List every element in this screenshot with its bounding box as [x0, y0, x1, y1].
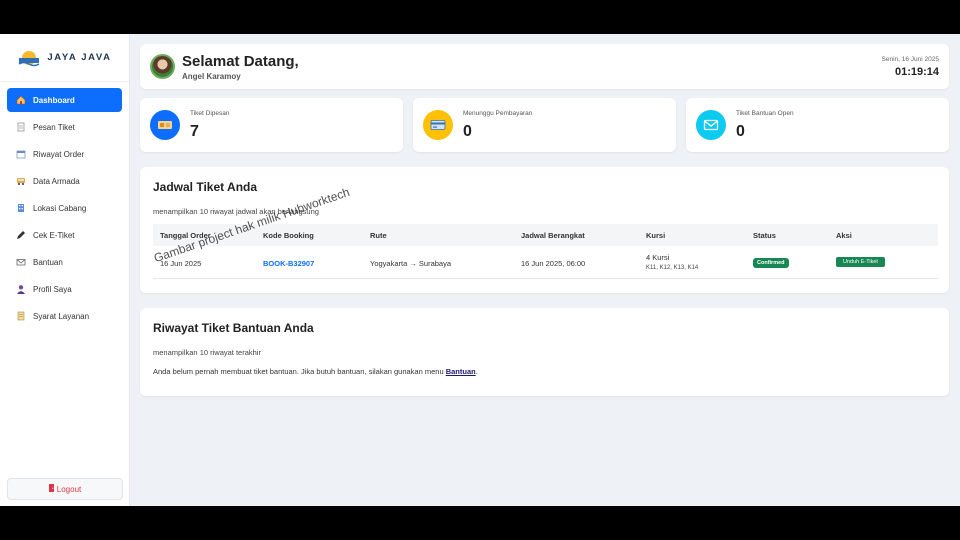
- document-icon: [16, 122, 26, 132]
- sidebar-item-cek-e-tiket[interactable]: Cek E-Tiket: [7, 223, 122, 247]
- logout-label: Logout: [56, 484, 82, 494]
- welcome-card: Selamat Datang, Angel Karamoy Senin, 16 …: [140, 44, 949, 89]
- user-name: Angel Karamoy: [182, 72, 241, 81]
- pen-icon: [16, 230, 26, 240]
- envelope-icon: [696, 110, 726, 140]
- avatar[interactable]: [150, 54, 175, 79]
- sidebar-item-label: Data Armada: [33, 176, 80, 186]
- logout-button[interactable]: Logout: [7, 478, 123, 500]
- bantuan-link[interactable]: Bantuan: [446, 367, 476, 376]
- sidebar-item-label: Profil Saya: [33, 284, 72, 294]
- user-icon: [16, 284, 26, 294]
- booking-code-link[interactable]: BOOK-B32907: [263, 259, 314, 268]
- sidebar-item-label: Cek E-Tiket: [33, 230, 75, 240]
- brand[interactable]: JAYA JAVA: [0, 34, 129, 82]
- helpdesk-title: Riwayat Tiket Bantuan Anda: [153, 321, 314, 335]
- download-eticket-button[interactable]: Unduh E-Tiket: [836, 257, 885, 267]
- stat-card-tiket-dipesan: Tiket Dipesan 7: [140, 98, 403, 152]
- stat-label: Tiket Bantuan Open: [736, 110, 794, 117]
- sidebar-item-lokasi-cabang[interactable]: Lokasi Cabang: [7, 196, 122, 220]
- stat-value: 7: [190, 123, 199, 140]
- sidebar-item-profil-saya[interactable]: Profil Saya: [7, 277, 122, 301]
- brand-name: JAYA JAVA: [47, 52, 112, 63]
- helpdesk-message-suffix: .: [475, 367, 478, 376]
- status-badge: Confirmed: [753, 258, 789, 268]
- table-header: Tanggal Order Kode Booking Rute Jadwal B…: [153, 224, 938, 246]
- column-header[interactable]: Kode Booking: [263, 231, 314, 240]
- sidebar: JAYA JAVA Dashboard Pesan Tiket Riwayat …: [0, 34, 130, 506]
- sidebar-item-label: Syarat Layanan: [33, 311, 90, 321]
- column-header[interactable]: Aksi: [836, 231, 852, 240]
- sidebar-item-bantuan[interactable]: Bantuan: [7, 250, 122, 274]
- departure-time: 16 Jun 2025, 06:00: [521, 259, 586, 268]
- scroll-icon: [16, 311, 26, 321]
- sidebar-item-pesan-tiket[interactable]: Pesan Tiket: [7, 115, 122, 139]
- envelope-icon: [16, 257, 26, 267]
- sidebar-item-syarat-layanan[interactable]: Syarat Layanan: [7, 304, 122, 328]
- helpdesk-history-card: Riwayat Tiket Bantuan Anda menampilkan 1…: [140, 308, 949, 396]
- current-date: Senin, 16 Juni 2025: [881, 56, 939, 63]
- stat-card-menunggu-pembayaran: Menunggu Pembayaran 0: [413, 98, 676, 152]
- sidebar-item-riwayat-order[interactable]: Riwayat Order: [7, 142, 122, 166]
- current-time: 01:19:14: [894, 66, 939, 78]
- helpdesk-empty-message: Anda belum pernah membuat tiket bantuan.…: [153, 367, 478, 376]
- helpdesk-subtitle: menampilkan 10 riwayat terakhir: [153, 348, 261, 357]
- stat-label: Menunggu Pembayaran: [463, 110, 533, 117]
- table-row: 16 Jun 2025 BOOK-B32907 Yogyakarta → Sur…: [153, 246, 938, 279]
- card-icon: [423, 110, 453, 140]
- seat-count: 4 Kursi: [646, 253, 670, 262]
- sidebar-menu: Dashboard Pesan Tiket Riwayat Order Data…: [0, 82, 129, 337]
- bus-icon: [16, 176, 26, 186]
- sidebar-item-label: Riwayat Order: [33, 149, 85, 159]
- app-window: JAYA JAVA Dashboard Pesan Tiket Riwayat …: [0, 34, 960, 506]
- route: Yogyakarta → Surabaya: [370, 259, 452, 268]
- sidebar-item-dashboard[interactable]: Dashboard: [7, 88, 122, 112]
- schedule-title: Jadwal Tiket Anda: [153, 180, 258, 194]
- column-header[interactable]: Kursi: [646, 231, 665, 240]
- welcome-title: Selamat Datang,: [182, 53, 299, 70]
- sidebar-item-label: Bantuan: [33, 257, 63, 267]
- column-header[interactable]: Rute: [370, 231, 387, 240]
- stat-value: 0: [463, 123, 472, 140]
- door-icon: [48, 484, 54, 494]
- house-icon: [16, 95, 26, 105]
- sidebar-item-data-armada[interactable]: Data Armada: [7, 169, 122, 193]
- brand-logo-icon: [17, 48, 41, 68]
- ticket-icon: [150, 110, 180, 140]
- seat-list: K11, K12, K13, K14: [646, 265, 699, 271]
- building-icon: [16, 203, 26, 213]
- sidebar-item-label: Lokasi Cabang: [33, 203, 87, 213]
- stat-card-tiket-bantuan-open: Tiket Bantuan Open 0: [686, 98, 949, 152]
- helpdesk-message-text: Anda belum pernah membuat tiket bantuan.…: [153, 367, 446, 376]
- stat-label: Tiket Dipesan: [190, 110, 230, 117]
- stat-value: 0: [736, 123, 745, 140]
- sidebar-item-label: Dashboard: [33, 95, 75, 105]
- ticket-schedule-card: Jadwal Tiket Anda menampilkan 10 riwayat…: [140, 167, 949, 293]
- column-header[interactable]: Status: [753, 231, 776, 240]
- column-header[interactable]: Jadwal Berangkat: [521, 231, 585, 240]
- calendar-icon: [16, 149, 26, 159]
- sidebar-item-label: Pesan Tiket: [33, 122, 75, 132]
